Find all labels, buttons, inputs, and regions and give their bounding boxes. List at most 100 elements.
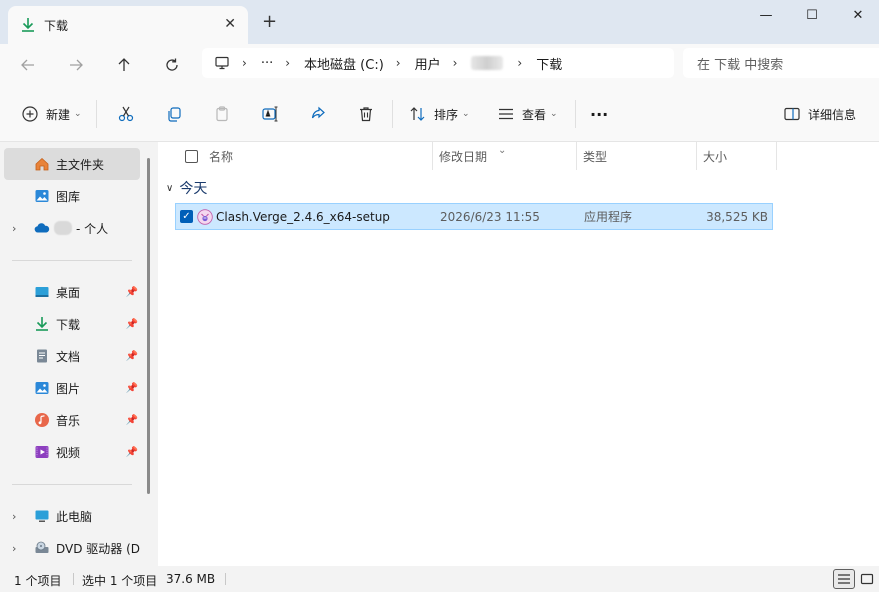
details-view-button[interactable] <box>833 569 855 589</box>
music-icon <box>34 412 50 428</box>
desktop-icon <box>34 284 50 300</box>
toolbar-divider <box>96 100 97 128</box>
column-size[interactable]: 大小 <box>703 142 727 170</box>
delete-button[interactable] <box>356 101 376 127</box>
forward-arrow-icon[interactable] <box>62 51 90 79</box>
pin-icon[interactable]: 📌 <box>126 415 138 426</box>
sidebar-item-label: DVD 驱动器 (D <box>56 541 141 556</box>
column-divider[interactable] <box>432 142 433 170</box>
breadcrumb-drive[interactable]: 本地磁盘 (C:) <box>304 54 384 73</box>
pin-icon[interactable]: 📌 <box>126 319 138 330</box>
more-options-button[interactable]: ··· <box>590 101 608 127</box>
up-arrow-icon[interactable] <box>110 51 138 79</box>
close-button[interactable]: ✕ <box>835 0 879 30</box>
sidebar-item-gallery[interactable]: 图库 <box>4 180 140 212</box>
sidebar-item-label: 音乐 <box>56 413 81 428</box>
breadcrumb-downloads[interactable]: 下载 <box>536 54 562 73</box>
sidebar-item-music[interactable]: 音乐 📌 <box>4 404 140 436</box>
sort-label: 排序 <box>434 107 459 122</box>
sidebar-item-label: 图片 <box>56 381 81 396</box>
pin-icon[interactable]: 📌 <box>126 383 138 394</box>
chevron-right-icon[interactable]: › <box>12 542 16 555</box>
file-name[interactable]: Clash.Verge_2.4.6_x64-setup <box>216 210 390 224</box>
dvd-drive-icon <box>34 540 50 556</box>
chevron-right-icon[interactable]: › <box>285 56 290 70</box>
table-row[interactable]: ✓ Clash.Verge_2.4.6_x64-setup 2026/6/23 … <box>175 203 773 230</box>
chevron-down-icon[interactable]: ∨ <box>166 183 173 194</box>
cut-button[interactable] <box>116 101 136 127</box>
copy-button[interactable] <box>164 101 184 127</box>
new-button[interactable]: 新建 ⌄ <box>20 101 82 127</box>
sort-button[interactable]: 排序 ⌄ <box>408 101 470 127</box>
sidebar-item-downloads[interactable]: 下载 📌 <box>4 308 140 340</box>
home-icon <box>34 156 50 172</box>
view-button[interactable]: 查看 ⌄ <box>496 101 558 127</box>
chevron-right-icon[interactable]: › <box>12 510 16 523</box>
details-pane-button[interactable]: 详细信息 <box>782 101 856 127</box>
breadcrumb-users[interactable]: 用户 <box>415 54 441 73</box>
sidebar-item-label: 图库 <box>56 189 81 204</box>
chevron-right-icon[interactable]: › <box>12 222 16 235</box>
address-row: › ··· › 本地磁盘 (C:) › 用户 › › 下载 在 下载 中搜索 <box>0 44 879 86</box>
column-date[interactable]: 修改日期 <box>439 142 487 170</box>
view-list-icon <box>496 104 516 124</box>
add-circle-icon <box>20 104 40 124</box>
pin-icon[interactable]: 📌 <box>126 287 138 298</box>
tab-downloads[interactable]: 下载 ✕ <box>8 6 248 44</box>
computer-icon[interactable] <box>214 55 230 71</box>
document-icon <box>34 348 50 364</box>
sidebar-item-home[interactable]: 主文件夹 <box>4 148 140 180</box>
breadcrumb-username-redacted[interactable] <box>471 56 504 70</box>
chevron-down-icon: ⌄ <box>462 109 470 119</box>
select-all-checkbox[interactable] <box>185 142 198 170</box>
chevron-right-icon[interactable]: › <box>453 56 458 70</box>
account-name-redacted <box>54 221 72 235</box>
paste-button[interactable] <box>212 101 232 127</box>
scissors-icon <box>116 104 136 124</box>
pin-icon[interactable]: 📌 <box>126 447 138 458</box>
row-checkbox[interactable]: ✓ <box>180 210 193 223</box>
clipboard-icon <box>212 104 232 124</box>
copy-icon <box>164 104 184 124</box>
chevron-right-icon[interactable]: › <box>517 56 522 70</box>
search-input[interactable]: 在 下载 中搜索 <box>683 48 879 78</box>
sidebar-item-pictures[interactable]: 图片 📌 <box>4 372 140 404</box>
column-divider[interactable] <box>696 142 697 170</box>
column-name[interactable]: 名称 <box>209 142 233 170</box>
breadcrumb[interactable]: › ··· › 本地磁盘 (C:) › 用户 › › 下载 <box>202 48 674 78</box>
breadcrumb-more[interactable]: ··· <box>261 56 273 71</box>
maximize-button[interactable]: ☐ <box>789 0 835 30</box>
new-tab-button[interactable]: + <box>262 12 277 32</box>
column-type[interactable]: 类型 <box>583 142 607 170</box>
back-arrow-icon[interactable] <box>14 51 42 79</box>
sidebar-item-label: 桌面 <box>56 285 81 300</box>
share-icon <box>308 104 328 124</box>
tab-close-icon[interactable]: ✕ <box>224 16 236 32</box>
column-divider[interactable] <box>776 142 777 170</box>
sort-icon <box>408 104 428 124</box>
sidebar-item-videos[interactable]: 视频 📌 <box>4 436 140 468</box>
rename-button[interactable] <box>260 101 280 127</box>
share-button[interactable] <box>308 101 328 127</box>
download-icon <box>34 316 50 332</box>
sidebar-scrollbar[interactable] <box>147 158 150 494</box>
file-type: 应用程序 <box>584 210 633 224</box>
sidebar-item-onedrive[interactable]: › - 个人 <box>4 212 140 244</box>
tiles-view-button[interactable] <box>856 569 878 589</box>
column-header: 名称 修改日期 ⌄ 类型 大小 <box>158 142 879 170</box>
sidebar-item-dvd-drive[interactable]: › DVD 驱动器 (D <box>4 532 140 564</box>
minimize-button[interactable]: — <box>743 0 789 30</box>
status-bar: 1 个项目 选中 1 个项目 37.6 MB <box>0 566 879 592</box>
title-bar: 下载 ✕ + — ☐ ✕ <box>0 0 879 44</box>
sidebar-item-this-pc[interactable]: › 此电脑 <box>4 500 140 532</box>
sidebar-item-documents[interactable]: 文档 📌 <box>4 340 140 372</box>
pin-icon[interactable]: 📌 <box>126 351 138 362</box>
chevron-right-icon[interactable]: › <box>396 56 401 70</box>
chevron-right-icon[interactable]: › <box>242 56 247 70</box>
refresh-icon[interactable] <box>158 51 186 79</box>
sidebar-item-desktop[interactable]: 桌面 📌 <box>4 276 140 308</box>
column-divider[interactable] <box>576 142 577 170</box>
sort-descending-icon: ⌄ <box>498 144 507 156</box>
group-header-today[interactable]: ∨ 今天 <box>166 178 207 198</box>
sidebar-item-label: 主文件夹 <box>56 157 105 172</box>
